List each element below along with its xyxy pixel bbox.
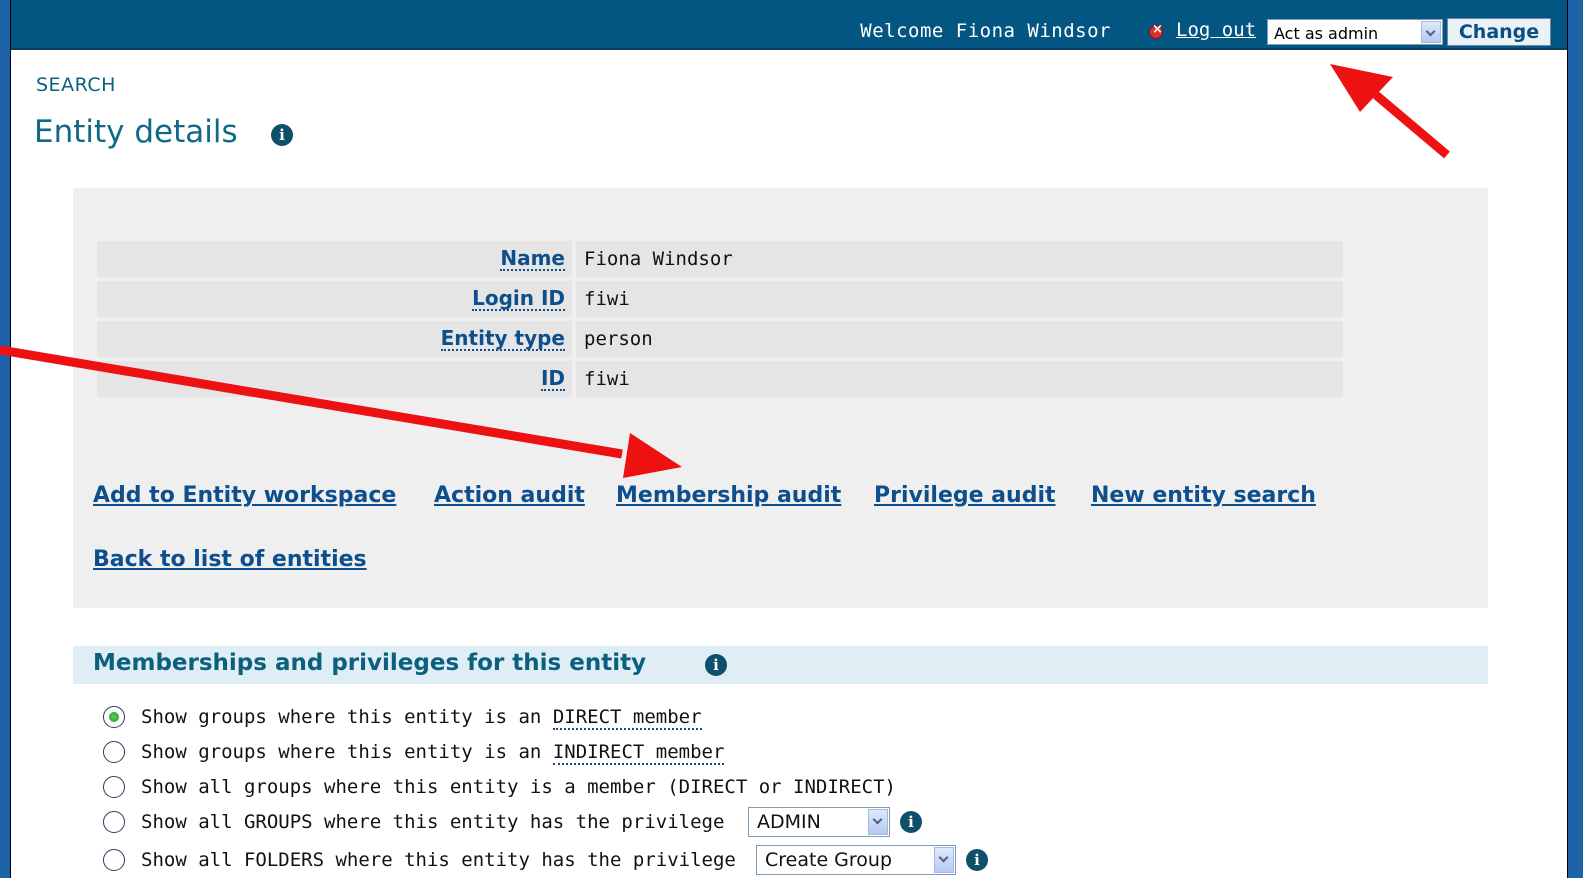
- option-groups-privilege-label: Show all GROUPS where this entity has th…: [141, 811, 725, 833]
- logout-link[interactable]: Log out: [1176, 19, 1256, 41]
- page-title: Entity details: [34, 114, 238, 150]
- detail-label[interactable]: ID: [540, 367, 565, 391]
- detail-value: fiwi: [572, 361, 1343, 397]
- detail-label[interactable]: Login ID: [472, 287, 565, 311]
- chevron-down-icon[interactable]: [934, 847, 954, 873]
- detail-row-login-id: Login ID fiwi: [97, 281, 1343, 317]
- detail-value: fiwi: [572, 281, 1343, 317]
- change-button[interactable]: Change: [1447, 18, 1551, 46]
- direct-member-term[interactable]: DIRECT member: [552, 706, 702, 730]
- act-as-select[interactable]: Act as admin: [1267, 19, 1443, 45]
- act-as-select-value: Act as admin: [1274, 24, 1379, 43]
- breadcrumb[interactable]: SEARCH: [36, 74, 116, 96]
- indirect-member-term[interactable]: INDIRECT member: [552, 741, 725, 765]
- folders-privilege-select[interactable]: Create Group: [756, 845, 956, 875]
- radio-groups-privilege[interactable]: [103, 811, 125, 833]
- option-all-label: Show all groups where this entity is a m…: [141, 776, 896, 798]
- back-to-list-link[interactable]: Back to list of entities: [93, 547, 367, 572]
- detail-label[interactable]: Entity type: [440, 327, 565, 351]
- logout-icon[interactable]: [1149, 22, 1163, 39]
- option-groups-privilege[interactable]: Show all GROUPS where this entity has th…: [103, 807, 1003, 839]
- radio-all[interactable]: [103, 776, 125, 798]
- top-bar: Welcome Fiona Windsor Log out Act as adm…: [11, 0, 1567, 50]
- memberships-title: Memberships and privileges for this enti…: [93, 650, 647, 676]
- detail-row-entity-type: Entity type person: [97, 321, 1343, 357]
- option-folders-privilege[interactable]: Show all FOLDERS where this entity has t…: [103, 845, 1003, 877]
- option-direct-label: Show groups where this entity is an DIRE…: [141, 706, 702, 730]
- detail-label[interactable]: Name: [500, 247, 565, 271]
- groups-privilege-value: ADMIN: [757, 811, 821, 833]
- radio-folders-privilege[interactable]: [103, 849, 125, 871]
- info-icon[interactable]: i: [271, 124, 293, 146]
- detail-row-name: Name Fiona Windsor: [97, 241, 1343, 277]
- browser-page: Welcome Fiona Windsor Log out Act as adm…: [10, 0, 1568, 878]
- option-folders-privilege-label: Show all FOLDERS where this entity has t…: [141, 849, 736, 871]
- new-entity-search-link[interactable]: New entity search: [1091, 483, 1316, 508]
- info-icon[interactable]: i: [900, 811, 922, 833]
- memberships-section-header: Memberships and privileges for this enti…: [73, 646, 1488, 684]
- detail-value: person: [572, 321, 1343, 357]
- detail-value: Fiona Windsor: [572, 241, 1343, 277]
- chevron-down-icon[interactable]: [1421, 21, 1441, 43]
- details-table: Name Fiona Windsor Login ID fiwi Entity …: [97, 241, 1343, 401]
- option-indirect-label: Show groups where this entity is an INDI…: [141, 741, 725, 765]
- info-icon[interactable]: i: [966, 849, 988, 871]
- info-icon[interactable]: i: [705, 654, 727, 676]
- entity-details-panel: Name Fiona Windsor Login ID fiwi Entity …: [73, 188, 1488, 608]
- radio-direct[interactable]: [103, 706, 125, 728]
- groups-privilege-select[interactable]: ADMIN: [748, 807, 890, 837]
- folders-privilege-value: Create Group: [765, 849, 893, 871]
- add-to-entity-workspace-link[interactable]: Add to Entity workspace: [93, 483, 396, 508]
- privilege-audit-link[interactable]: Privilege audit: [874, 483, 1056, 508]
- welcome-text: Welcome Fiona Windsor: [860, 20, 1111, 42]
- action-audit-link[interactable]: Action audit: [434, 483, 585, 508]
- chevron-down-icon[interactable]: [868, 809, 888, 835]
- radio-indirect[interactable]: [103, 741, 125, 763]
- detail-row-id: ID fiwi: [97, 361, 1343, 397]
- membership-audit-link[interactable]: Membership audit: [616, 483, 841, 508]
